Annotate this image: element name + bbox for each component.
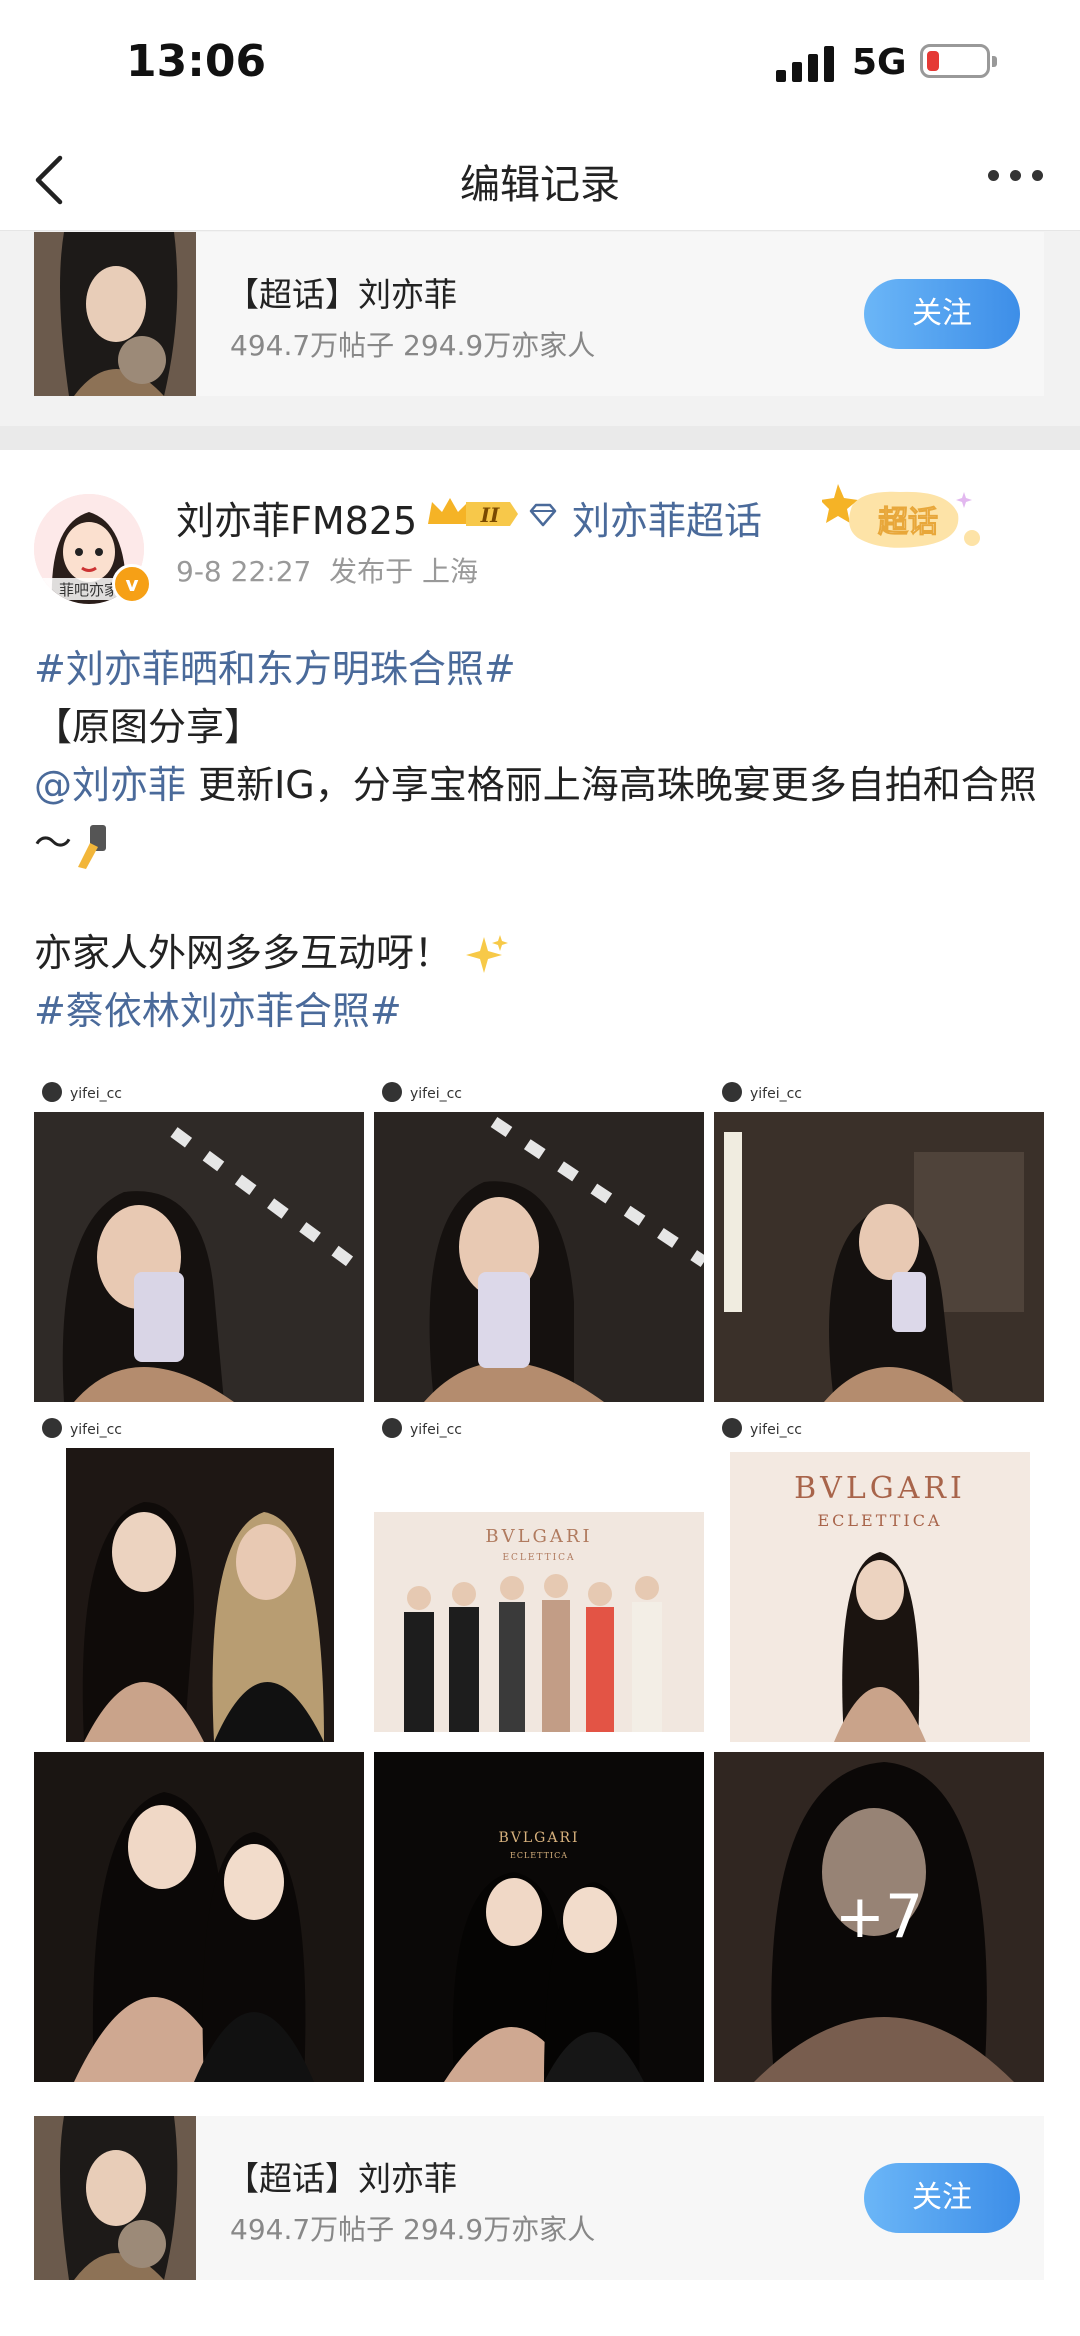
ig-handle: yifei_cc — [410, 1422, 462, 1438]
super-topic-card-bottom[interactable]: 【超话】刘亦菲 494.7万帖子 294.9万亦家人 关注 — [34, 2116, 1044, 2280]
weibo-post: 菲吧亦家 v 刘亦菲FM825 II 刘亦菲超话 9-8 22:27 发布于 上… — [0, 450, 1080, 2336]
post-location: 发布于 上海 — [329, 555, 479, 588]
page-title: 编辑记录 — [460, 162, 620, 208]
crown-level-icon: II — [428, 498, 518, 527]
mention-link[interactable]: @刘亦菲 — [34, 763, 186, 807]
post-image-7[interactable] — [34, 1752, 364, 2082]
brand-logo: BVLGARI — [794, 1471, 966, 1506]
super-topic-card[interactable]: 【超话】刘亦菲 494.7万帖子 294.9万亦家人 关注 — [34, 232, 1044, 396]
brand-sub: ECLETTICA — [502, 1553, 575, 1563]
ig-handle: yifei_cc — [70, 1422, 122, 1438]
hashtag-link-2[interactable]: #蔡依林刘亦菲合照# — [34, 982, 1044, 1040]
signal-icon — [776, 46, 834, 82]
post-image-9[interactable]: +7 — [714, 1752, 1044, 2082]
hashtag-link[interactable]: #刘亦菲晒和东方明珠合照# — [34, 640, 1044, 698]
ig-handle: yifei_cc — [750, 1422, 802, 1438]
username[interactable]: 刘亦菲FM825 — [176, 490, 417, 545]
battery-icon — [920, 44, 997, 78]
post-image-6[interactable]: yifei_cc BVLGARI ECLETTICA — [714, 1412, 1044, 1742]
ig-handle: yifei_cc — [750, 1086, 802, 1102]
diamond-icon — [529, 503, 557, 527]
more-photos-count[interactable]: +7 — [714, 1752, 1044, 2082]
clock: 13:06 — [126, 36, 267, 87]
navigation-bar: 编辑记录 — [0, 130, 1080, 231]
ig-handle: yifei_cc — [70, 1086, 122, 1102]
avatar-text: 菲吧亦家 — [59, 581, 119, 599]
post-image-3[interactable]: yifei_cc — [714, 1072, 1044, 1402]
topic-thumbnail — [34, 232, 196, 396]
ig-handle: yifei_cc — [410, 1086, 462, 1102]
super-topic-sticker-icon: 超话 — [822, 484, 980, 548]
follow-button[interactable]: 关注 — [864, 2163, 1020, 2233]
post-image-5[interactable]: yifei_cc BVLGARI ECLETTICA — [374, 1412, 704, 1742]
topic-title: 【超话】刘亦菲 — [226, 2159, 457, 2198]
post-body: @刘亦菲 更新IG，分享宝格丽上海高珠晚宴更多自拍和合照～ — [34, 756, 1044, 872]
follow-button[interactable]: 关注 — [864, 279, 1020, 349]
topic-title: 【超话】刘亦菲 — [226, 275, 457, 314]
level-badge-text: II — [480, 503, 500, 527]
post-image-4[interactable]: yifei_cc — [34, 1412, 364, 1742]
topic-thumbnail — [34, 2116, 196, 2280]
vip-badge-icon: v — [112, 564, 152, 604]
topic-stats: 494.7万帖子 294.9万亦家人 — [230, 2213, 596, 2246]
image-grid: yifei_cc yifei_cc yifei_cc yifei_cc yife… — [34, 1072, 1046, 2082]
post-image-1[interactable]: yifei_cc — [34, 1072, 364, 1402]
status-bar: 13:06 5G — [0, 0, 1080, 130]
post-time: 9-8 22:27 — [176, 555, 312, 588]
selfie-emoji-icon — [78, 824, 107, 869]
post-text-line: 【原图分享】 — [34, 705, 263, 749]
network-type: 5G — [852, 42, 907, 83]
section-divider — [0, 426, 1080, 450]
post-body-2: 亦家人外网多多互动呀！ — [34, 924, 1044, 982]
post-meta: 9-8 22:27 发布于 上海 — [176, 550, 478, 590]
post-image-2[interactable]: yifei_cc — [374, 1072, 704, 1402]
post-image-8[interactable]: BVLGARI ECLETTICA — [374, 1752, 704, 2082]
super-topic-link[interactable]: 刘亦菲超话 — [572, 490, 762, 545]
brand-logo: BVLGARI — [498, 1830, 579, 1846]
brand-logo: BVLGARI — [485, 1526, 592, 1547]
sparkle-emoji-icon — [466, 934, 509, 973]
brand-sub: ECLETTICA — [510, 1851, 568, 1860]
topic-stats: 494.7万帖子 294.9万亦家人 — [230, 329, 596, 362]
sticker-text: 超话 — [878, 505, 938, 540]
more-options-icon[interactable] — [988, 170, 1044, 186]
brand-sub: ECLETTICA — [818, 1511, 943, 1530]
